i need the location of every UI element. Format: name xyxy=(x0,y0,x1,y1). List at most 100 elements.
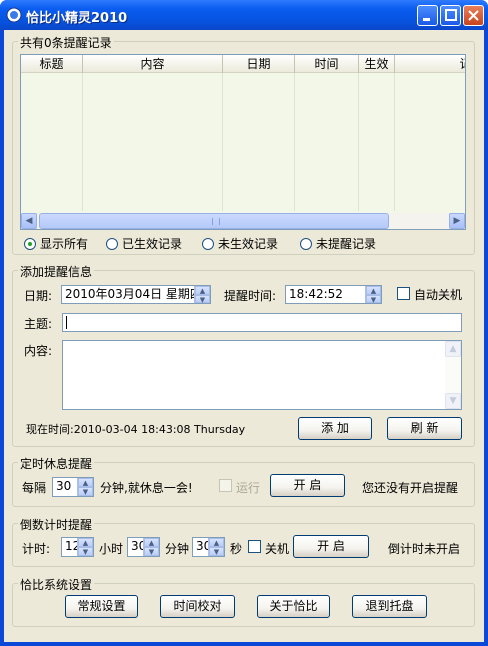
countdown-start-button[interactable]: 开 启 xyxy=(293,535,369,558)
chevron-right-icon: ▶ xyxy=(453,216,461,226)
date-spinner[interactable]: ▲ ▼ xyxy=(194,286,210,303)
every-label: 每隔 xyxy=(22,481,47,495)
spin-down-icon[interactable]: ▼ xyxy=(366,294,381,303)
minutes-unit: 分钟 xyxy=(165,542,190,556)
current-time-text: 现在时间:2010-03-04 18:43:08 Thursday xyxy=(26,423,246,436)
close-icon xyxy=(468,10,479,21)
content-scrollbar[interactable]: ▲ ▼ xyxy=(445,341,461,409)
auto-shutdown-label: 自动关机 xyxy=(414,288,463,302)
add-reminder-group-title: 添加提醒信息 xyxy=(18,263,95,280)
remind-time-value: 18:42:52 xyxy=(289,287,343,301)
scroll-down-button[interactable]: ▼ xyxy=(445,393,461,409)
countdown-shutdown-checkbox[interactable] xyxy=(248,540,261,553)
title-bar[interactable]: 恰比小精灵2010 xyxy=(0,0,488,30)
auto-shutdown-checkbox[interactable] xyxy=(397,287,410,300)
radio-dot xyxy=(202,237,214,250)
spin-down-icon[interactable]: ▼ xyxy=(78,487,93,496)
text-cursor xyxy=(66,316,67,329)
spin-up-icon[interactable]: ▲ xyxy=(78,538,93,547)
minimize-button[interactable] xyxy=(417,5,438,26)
chevron-up-icon: ▲ xyxy=(449,344,457,354)
spin-down-icon[interactable]: ▼ xyxy=(144,547,159,556)
column-record[interactable]: 记录 xyxy=(395,55,465,73)
spin-up-icon[interactable]: ▲ xyxy=(195,286,210,295)
settings-group-title: 恰比系统设置 xyxy=(18,576,95,593)
filter-all-label: 显示所有 xyxy=(40,237,89,251)
date-label: 日期: xyxy=(24,289,53,303)
countdown-group-title: 倒数计时提醒 xyxy=(18,516,95,533)
timer-label: 计时: xyxy=(22,542,51,556)
rest-reminder-group-title: 定时休息提醒 xyxy=(18,455,95,472)
column-date[interactable]: 日期 xyxy=(223,55,295,73)
rest-status-text: 您还没有开启提醒 xyxy=(362,481,459,495)
scroll-thumb[interactable] xyxy=(39,213,389,229)
refresh-button[interactable]: 刷 新 xyxy=(387,417,462,440)
chevron-left-icon: ◀ xyxy=(25,216,33,226)
countdown-shutdown-label: 关机 xyxy=(265,542,290,556)
rest-start-button[interactable]: 开 启 xyxy=(270,474,345,497)
reminders-group-title: 共有0条提醒记录 xyxy=(18,34,114,51)
spin-down-icon[interactable]: ▼ xyxy=(78,547,93,556)
rest-minutes-spinner[interactable]: ▲ ▼ xyxy=(77,478,93,496)
date-picker[interactable]: 2010年03月04日 星期四 xyxy=(61,285,211,304)
about-button[interactable]: 关于恰比 xyxy=(257,595,330,618)
scroll-up-button[interactable]: ▲ xyxy=(445,341,461,357)
app-icon xyxy=(6,7,22,23)
spin-up-icon[interactable]: ▲ xyxy=(78,478,93,487)
run-checkbox[interactable] xyxy=(219,479,232,492)
filter-unreminded[interactable]: 未提醒记录 xyxy=(300,235,376,252)
scroll-right-button[interactable]: ▶ xyxy=(449,213,465,229)
list-header: 标题 内容 日期 时间 生效 记录 xyxy=(21,55,465,73)
subject-label: 主题: xyxy=(24,317,53,331)
spin-down-icon[interactable]: ▼ xyxy=(209,547,224,556)
scroll-left-button[interactable]: ◀ xyxy=(21,213,37,229)
reminder-list[interactable]: 标题 内容 日期 时间 生效 记录 ◀ ▶ xyxy=(20,54,466,230)
general-settings-button[interactable]: 常规设置 xyxy=(65,595,138,618)
maximize-button[interactable] xyxy=(440,5,461,26)
filter-inactive[interactable]: 未生效记录 xyxy=(202,235,278,252)
column-active[interactable]: 生效 xyxy=(359,55,395,73)
spin-down-icon[interactable]: ▼ xyxy=(195,294,210,303)
maximize-icon xyxy=(445,9,457,21)
minimize-icon xyxy=(423,18,430,21)
grid-line xyxy=(82,73,83,211)
rest-suffix-label: 分钟,就休息一会! xyxy=(100,481,193,495)
filter-all[interactable]: 显示所有 xyxy=(24,235,88,252)
filter-active-label: 已生效记录 xyxy=(122,237,183,251)
close-button[interactable] xyxy=(463,5,484,26)
time-sync-button[interactable]: 时间校对 xyxy=(160,595,235,618)
column-time[interactable]: 时间 xyxy=(295,55,359,73)
content-label: 内容: xyxy=(24,344,53,358)
spin-up-icon[interactable]: ▲ xyxy=(144,538,159,547)
column-title[interactable]: 标题 xyxy=(21,55,83,73)
minutes-spinner[interactable]: ▲ ▼ xyxy=(143,538,159,556)
filter-unreminded-label: 未提醒记录 xyxy=(316,237,377,251)
radio-dot xyxy=(300,237,312,250)
remind-time-label: 提醒时间: xyxy=(224,289,277,303)
hours-unit: 小时 xyxy=(99,542,124,556)
radio-dot xyxy=(24,237,36,250)
time-spinner[interactable]: ▲ ▼ xyxy=(365,286,381,303)
grid-line xyxy=(394,73,395,211)
run-label: 运行 xyxy=(236,481,261,495)
add-button[interactable]: 添 加 xyxy=(298,417,372,440)
filter-active[interactable]: 已生效记录 xyxy=(106,235,182,252)
minimize-to-tray-button[interactable]: 退到托盘 xyxy=(352,595,427,618)
spin-up-icon[interactable]: ▲ xyxy=(209,538,224,547)
radio-dot xyxy=(106,237,118,250)
hours-spinner[interactable]: ▲ ▼ xyxy=(77,538,93,556)
content-textarea[interactable]: ▲ ▼ xyxy=(62,340,462,410)
grid-line xyxy=(222,73,223,211)
seconds-unit: 秒 xyxy=(230,542,243,556)
date-value: 2010年03月04日 星期四 xyxy=(65,287,202,301)
horizontal-scrollbar[interactable]: ◀ ▶ xyxy=(21,213,465,229)
filter-inactive-label: 未生效记录 xyxy=(218,237,279,251)
spin-up-icon[interactable]: ▲ xyxy=(366,286,381,295)
seconds-spinner[interactable]: ▲ ▼ xyxy=(208,538,224,556)
grid-line xyxy=(358,73,359,211)
grid-line xyxy=(294,73,295,211)
column-content[interactable]: 内容 xyxy=(83,55,223,73)
subject-input[interactable] xyxy=(62,313,462,332)
rest-minutes-value: 30 xyxy=(56,479,72,493)
window-title: 恰比小精灵2010 xyxy=(26,11,128,26)
